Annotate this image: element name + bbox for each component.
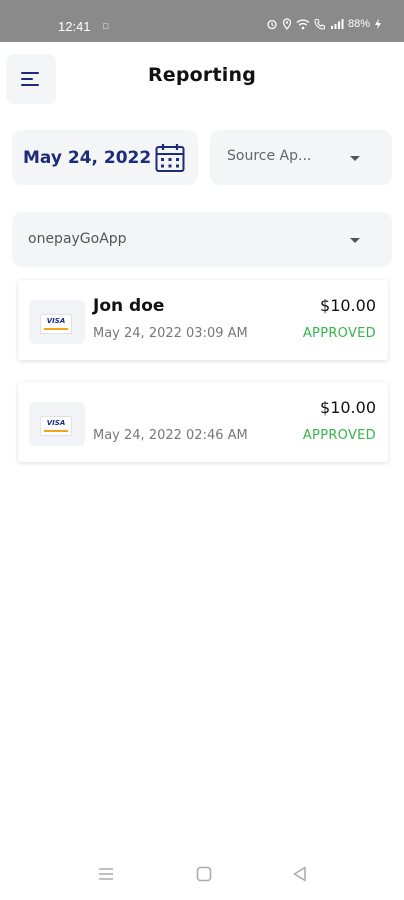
- signal-icon: [330, 19, 344, 29]
- call-icon: [314, 19, 325, 30]
- transaction-datetime: May 24, 2022 03:09 AM: [93, 326, 248, 341]
- visa-card-icon: VISA: [40, 314, 72, 334]
- status-time: 12:41: [58, 19, 91, 34]
- visa-card-icon: VISA: [40, 416, 72, 436]
- card-brand-logo: VISA: [29, 300, 85, 344]
- transaction-card[interactable]: VISA May 24, 2022 02:46 AM $10.00 APPROV…: [18, 382, 388, 462]
- app-dropdown[interactable]: onepayGoApp: [12, 212, 392, 267]
- source-dropdown[interactable]: Source Ap...: [210, 130, 392, 185]
- transaction-amount: $10.00: [320, 296, 376, 315]
- back-icon[interactable]: [290, 864, 310, 884]
- visa-stripe: [44, 430, 68, 432]
- transaction-status: APPROVED: [302, 428, 376, 443]
- wifi-icon: [296, 19, 310, 30]
- notification-icon: ▫: [102, 19, 110, 32]
- app-dropdown-value: onepayGoApp: [28, 231, 127, 247]
- status-bar: 12:41 ▫ 88%: [0, 0, 404, 42]
- card-brand-label: VISA: [46, 419, 66, 427]
- home-icon[interactable]: [194, 864, 214, 884]
- date-picker[interactable]: May 24, 2022: [12, 130, 198, 185]
- transaction-datetime: May 24, 2022 02:46 AM: [93, 428, 248, 443]
- chevron-down-icon: [350, 238, 360, 243]
- transaction-card[interactable]: VISA Jon doe May 24, 2022 03:09 AM $10.0…: [18, 280, 388, 360]
- battery-charging-icon: [375, 18, 381, 30]
- transaction-customer-name: Jon doe: [93, 296, 165, 316]
- transaction-status: APPROVED: [302, 326, 376, 341]
- selected-date: May 24, 2022: [23, 147, 152, 168]
- calendar-icon[interactable]: [154, 142, 186, 174]
- battery-percent: 88%: [347, 18, 370, 30]
- page-title: Reporting: [147, 64, 257, 86]
- source-dropdown-value: Source Ap...: [227, 148, 312, 164]
- system-nav-bar: [0, 858, 404, 896]
- card-brand-label: VISA: [46, 317, 66, 325]
- alarm-icon: [267, 19, 277, 30]
- recent-apps-icon[interactable]: [96, 864, 116, 884]
- location-icon: [282, 18, 292, 30]
- chevron-down-icon: [350, 156, 360, 161]
- card-brand-logo: VISA: [29, 402, 85, 446]
- transaction-amount: $10.00: [320, 398, 376, 417]
- visa-stripe: [44, 328, 68, 330]
- status-icons: 88%: [266, 18, 382, 30]
